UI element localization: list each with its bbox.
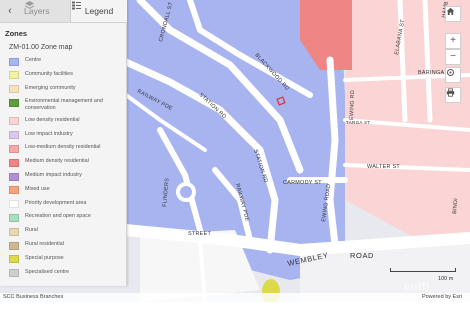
legend-swatch [9, 227, 19, 236]
legend-swatch [9, 98, 19, 107]
scale-bar [390, 268, 456, 272]
legend-item-label: Low impact industry [25, 130, 73, 137]
plus-icon: + [450, 35, 456, 46]
legend-item: Priority development area [9, 200, 123, 209]
legend-item: Centre [9, 57, 123, 66]
legend-item-label: Medium impact industry [25, 172, 82, 179]
panel-tabs: ‹ Layers Legend [0, 0, 127, 23]
legend-swatch [9, 131, 19, 140]
legend-item: Mixed use [9, 186, 123, 195]
legend-swatch [9, 57, 19, 66]
layers-icon [24, 1, 35, 9]
legend-item-label: Community facilities [25, 70, 73, 77]
legend-item-label: Rural [25, 227, 38, 234]
legend-item: Recreation and open space [9, 213, 123, 222]
legend-item-label: Priority development area [25, 199, 87, 206]
attribution-bar: SCC Business Branches Powered by Esri [0, 293, 470, 302]
street-label-road: ROAD [350, 251, 374, 260]
print-button[interactable] [445, 87, 461, 103]
attribution-left: SCC Business Branches [3, 294, 64, 300]
zoom-out-button[interactable]: − [445, 49, 461, 65]
legend-swatch [9, 269, 19, 278]
legend-item: Emerging community [9, 85, 123, 94]
legend-item: Rural residential [9, 241, 123, 250]
legend-item: Environmental management and conservatio… [9, 98, 123, 112]
legend-heading: Zones [5, 29, 28, 38]
zoom-in-button[interactable]: + [445, 33, 461, 49]
legend-icon [72, 1, 81, 10]
legend-item: Low density residential [9, 117, 123, 126]
watermark-text: cotfi [404, 281, 430, 293]
street-label-ewing: EWING RD [349, 90, 356, 120]
legend-swatch [9, 255, 19, 264]
street-label-carmody: CARMODY ST [283, 180, 322, 186]
home-icon [446, 7, 455, 15]
legend-item-label: Medium density residential [25, 158, 89, 165]
locate-button[interactable] [445, 67, 461, 83]
minus-icon: − [450, 51, 456, 62]
legend-item: Specialised centre [9, 269, 123, 278]
chevron-left-icon: ‹ [8, 5, 12, 17]
print-icon [446, 88, 455, 97]
legend-item-label: Low-medium density residential [25, 144, 101, 151]
side-panel: ‹ Layers Legend Zones ZM-01.00 Zone map … [0, 0, 127, 286]
legend-item-label: Special purpose [25, 254, 64, 261]
locate-icon [447, 69, 454, 76]
street-label-baringa: BARINGA [418, 70, 444, 76]
legend-item: Special purpose [9, 255, 123, 264]
legend-item-label: Environmental management and conservatio… [25, 98, 103, 112]
legend-swatch [9, 186, 19, 195]
legend-item-label: Emerging community [25, 84, 76, 91]
legend-swatch [9, 213, 19, 222]
legend-item-label: Rural residential [25, 241, 64, 248]
legend-item: Medium impact industry [9, 172, 123, 181]
legend-swatch [9, 172, 19, 181]
scale-label: 100 m [438, 276, 454, 282]
legend-item-label: Low density residential [25, 116, 80, 123]
tab-layers[interactable]: Layers [24, 0, 70, 22]
legend-list: Centre Community facilities Emerging commu… [9, 57, 123, 282]
collapse-panel-button[interactable]: ‹ [0, 0, 20, 22]
roundabout [176, 182, 196, 202]
legend-swatch [9, 71, 19, 80]
street-label-walter: WALTER ST [367, 164, 400, 170]
legend-swatch [9, 158, 19, 167]
legend-item: Low-medium density residential [9, 144, 123, 153]
legend-item: Community facilities [9, 71, 123, 80]
legend-swatch [9, 241, 19, 250]
legend-swatch [9, 200, 19, 209]
legend-layer-title: ZM-01.00 Zone map [9, 44, 73, 51]
map-view[interactable]: CRONDALL ST BLACKWOOD RD RAILWAY PDE STA… [0, 0, 470, 302]
legend-item: Medium density residential [9, 158, 123, 167]
legend-item-label: Centre [25, 57, 42, 63]
street-label-targa: TARGA ST [346, 120, 370, 125]
legend-item-label: Mixed use [25, 185, 50, 192]
attribution-esri[interactable]: Powered by Esri [422, 294, 462, 300]
legend-item-label: Recreation and open space [25, 213, 91, 220]
street-label-street: STREET [188, 231, 211, 237]
legend-item: Rural [9, 227, 123, 236]
legend-item: Low impact industry [9, 131, 123, 140]
home-button[interactable] [445, 6, 461, 22]
tab-legend[interactable]: Legend [70, 0, 127, 22]
legend-swatch [9, 117, 19, 126]
tab-legend-label: Legend [84, 6, 114, 16]
legend-swatch [9, 85, 19, 94]
legend-swatch [9, 144, 19, 153]
legend-item-label: Specialised centre [25, 268, 70, 275]
